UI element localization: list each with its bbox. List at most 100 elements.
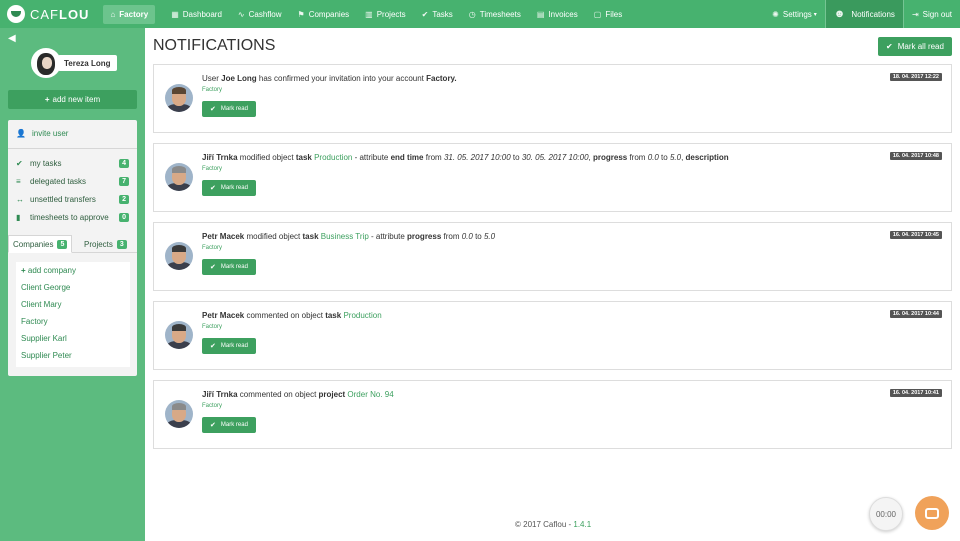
tab-projects[interactable]: Projects 3: [84, 235, 127, 253]
object-link[interactable]: Order No. 94: [347, 390, 393, 399]
invite-user-link[interactable]: 👤 invite user: [16, 129, 68, 138]
nav-invoices[interactable]: ▤ Invoices: [529, 0, 586, 28]
timer-widget[interactable]: 00:00: [869, 497, 903, 531]
sidebar-item-my-tasks[interactable]: ✔ my tasks 4: [16, 159, 129, 168]
notification-company[interactable]: Factory: [202, 403, 222, 409]
logo-icon: [7, 5, 25, 23]
list-item[interactable]: Supplier Peter: [21, 351, 72, 360]
check-icon: ✔: [210, 343, 216, 350]
user-link[interactable]: Petr Macek: [202, 311, 244, 320]
mark-read-button[interactable]: ✔ Mark read: [202, 338, 256, 354]
projects-icon: ▥: [365, 9, 373, 19]
settings-dropdown[interactable]: ✺ Settings ▾: [764, 0, 825, 28]
add-user-icon: 👤: [16, 129, 26, 138]
nav-cashflow[interactable]: ∿ Cashflow: [230, 0, 290, 28]
add-new-item-button[interactable]: + add new item: [8, 90, 137, 109]
count-badge: 7: [119, 177, 129, 186]
list-item[interactable]: Client Mary: [21, 300, 61, 309]
users-icon: ☻: [833, 8, 846, 20]
avatar[interactable]: [31, 48, 61, 78]
nav-sign-out[interactable]: ⇥ Sign out: [904, 0, 960, 28]
check-icon: ✔: [210, 422, 216, 429]
logo[interactable]: CAFLOU: [7, 5, 89, 23]
sidebar-tabs: Companies 5 Projects 3: [8, 235, 137, 253]
chat-button[interactable]: [915, 496, 949, 530]
invoice-icon: ▤: [536, 9, 545, 19]
user-link[interactable]: Jiří Trnka: [202, 390, 238, 399]
sign-out-icon: ⇥: [911, 9, 919, 19]
gear-icon: ✺: [772, 9, 779, 19]
nav-tasks[interactable]: ✔ Tasks: [414, 0, 461, 28]
check-icon: ✔: [210, 185, 216, 192]
notification-company[interactable]: Factory: [202, 166, 222, 172]
timestamp-badge: 16. 04. 2017 10:44: [889, 310, 942, 318]
my-tasks-icon: ✔: [16, 159, 23, 168]
object-link[interactable]: Production: [343, 311, 381, 320]
avatar: [165, 321, 193, 349]
timestamp-badge: 16. 04. 2017 10:41: [889, 389, 942, 397]
sidebar-item-delegated-tasks[interactable]: ≡ delegated tasks 7: [16, 177, 129, 186]
user-link[interactable]: Jiří Trnka: [202, 153, 238, 162]
check-icon: ✔: [210, 264, 216, 271]
mark-all-read-button[interactable]: ✔ Mark all read: [878, 37, 952, 56]
company-switcher-label: Factory: [119, 9, 149, 19]
nav-companies[interactable]: ⚑ Companies: [290, 0, 358, 28]
page-title: NOTIFICATIONS: [153, 37, 276, 54]
user-link[interactable]: Petr Macek: [202, 232, 244, 241]
nav-files[interactable]: ▢ Files: [586, 0, 630, 28]
notification-item: Petr Macek modified object task Business…: [153, 222, 952, 291]
sidebar-item-unsettled-transfers[interactable]: ↔ unsettled transfers 2: [16, 195, 129, 204]
notification-text: User Joe Long has confirmed your invitat…: [202, 74, 457, 83]
check-icon: ✔: [210, 106, 216, 113]
avatar: [165, 242, 193, 270]
nav-dashboard[interactable]: ▦ Dashboard: [163, 0, 230, 28]
notification-company[interactable]: Factory: [202, 87, 222, 93]
user-link[interactable]: Joe Long: [221, 74, 257, 83]
flag-icon: ⚑: [297, 9, 305, 19]
mark-read-button[interactable]: ✔ Mark read: [202, 180, 256, 196]
back-arrow-icon[interactable]: ◀: [8, 33, 16, 44]
object-link[interactable]: Production: [314, 153, 352, 162]
count-badge: 4: [119, 159, 129, 168]
notification-text: Jiří Trnka commented on object project O…: [202, 390, 394, 399]
add-company-link[interactable]: + add company: [21, 266, 76, 275]
user-name[interactable]: Tereza Long: [58, 55, 117, 71]
notification-item: Jiří Trnka commented on object project O…: [153, 380, 952, 449]
avatar: [165, 163, 193, 191]
top-navigation-bar: CAFLOU ⌂ Factory ▦ Dashboard ∿ Cashflow ⚑ C…: [0, 0, 960, 28]
nav-timesheets[interactable]: ◷ Timesheets: [461, 0, 529, 28]
mark-read-button[interactable]: ✔ Mark read: [202, 259, 256, 275]
sidebar-item-timesheets-to-approve[interactable]: ▮ timesheets to approve 0: [16, 213, 129, 222]
check-icon: ✔: [421, 9, 429, 19]
check-icon: ✔: [886, 42, 893, 51]
notification-text: Jiří Trnka modified object task Producti…: [202, 153, 729, 162]
mark-read-button[interactable]: ✔ Mark read: [202, 417, 256, 433]
sidebar: ◀ Tereza Long + add new item 👤 invite us…: [0, 28, 145, 541]
version-link[interactable]: 1.4.1: [573, 520, 591, 529]
nav-notifications[interactable]: ☻ Notifications: [825, 0, 903, 28]
avatar: [165, 400, 193, 428]
list-item[interactable]: Factory: [21, 317, 48, 326]
count-badge: 0: [119, 213, 129, 222]
count-badge: 5: [57, 239, 68, 249]
chat-icon: [925, 507, 939, 519]
notification-item: Jiří Trnka modified object task Producti…: [153, 143, 952, 212]
company-switcher-button[interactable]: ⌂ Factory: [103, 4, 156, 24]
notification-item: Petr Macek commented on object task Prod…: [153, 301, 952, 370]
footer: © 2017 Caflou - 1.4.1: [515, 520, 592, 529]
avatar: [165, 84, 193, 112]
transfer-arrows-icon: ↔: [16, 195, 24, 204]
factory-icon: ⌂: [110, 9, 116, 19]
company-list: + add company Client George Client Mary …: [16, 262, 130, 367]
notification-company[interactable]: Factory: [202, 324, 222, 330]
list-item[interactable]: Client George: [21, 283, 70, 292]
caret-down-icon: ▾: [813, 11, 817, 18]
tab-companies[interactable]: Companies 5: [8, 235, 73, 253]
list-item[interactable]: Supplier Karl: [21, 334, 67, 343]
nav-projects[interactable]: ▥ Projects: [357, 0, 413, 28]
mark-read-button[interactable]: ✔ Mark read: [202, 101, 256, 117]
notification-company[interactable]: Factory: [202, 245, 222, 251]
dashboard-icon: ▦: [171, 9, 179, 19]
object-link[interactable]: Business Trip: [321, 232, 369, 241]
count-badge: 3: [116, 239, 127, 249]
